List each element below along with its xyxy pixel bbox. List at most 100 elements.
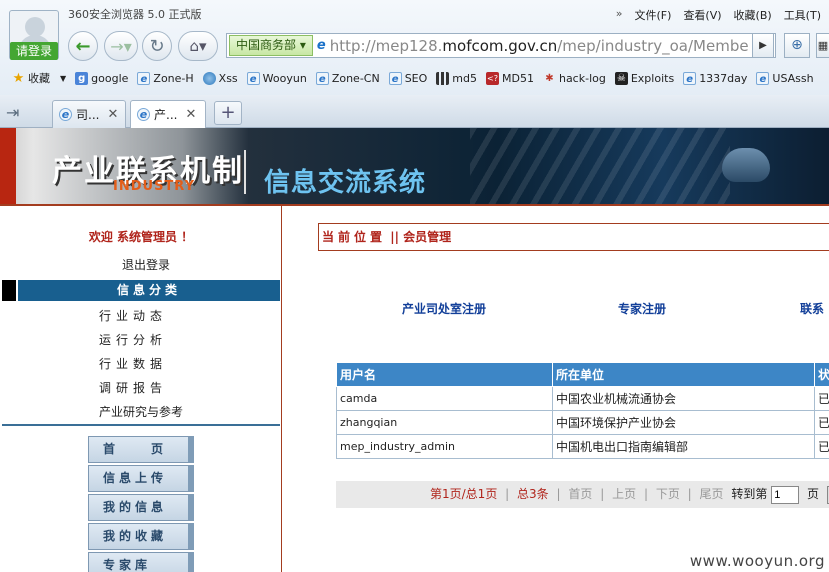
logout-link[interactable]: 退出登录 [0, 256, 292, 273]
bookmark-label: Exploits [630, 71, 675, 85]
cell-status[interactable]: 已 [814, 410, 829, 435]
ie-icon: e [59, 108, 72, 121]
bookmark-md51[interactable]: <? MD51 [486, 71, 534, 85]
breadcrumb-separator: || [390, 230, 399, 244]
bookmark-label: google [91, 71, 129, 85]
bookmark-zone-cn[interactable]: e Zone-CN [315, 71, 380, 85]
bookmark-hack-log[interactable]: ✱ hack-log [543, 72, 606, 85]
menu-favorites[interactable]: 收藏(B) [734, 7, 772, 23]
plus-icon: + [220, 102, 236, 123]
breadcrumb-label: 当前位置 [322, 230, 387, 244]
bookmark-1337day[interactable]: e 1337day [683, 71, 747, 85]
contact-register-link[interactable]: 联系 [800, 300, 824, 317]
bookmark-usassh[interactable]: e USAssh [756, 71, 814, 85]
banner-title-en: INDUSTRY [113, 179, 196, 194]
first-page-link[interactable]: 首页 [568, 487, 592, 501]
ie-icon: e [246, 71, 260, 85]
menu-tools[interactable]: 工具(T) [784, 7, 821, 23]
pager-separator: | [600, 487, 605, 501]
forward-button[interactable]: →▾ [104, 31, 138, 61]
expert-register-link[interactable]: 专家注册 [618, 300, 666, 317]
nav-button-my-favorites[interactable]: 我的收藏 [88, 523, 194, 550]
sidebar-toggle-icon[interactable]: ⇥ [6, 103, 19, 122]
ie-icon: e [683, 71, 697, 85]
grid-icon [436, 71, 450, 85]
ie-icon: e [137, 71, 151, 85]
bookmark-google[interactable]: g google [75, 71, 129, 85]
page-info: 第1页/总1页 [430, 487, 498, 501]
banner-mouse-graphic [722, 148, 770, 182]
tab-label: 司... [76, 108, 100, 122]
prev-page-link[interactable]: 上页 [612, 487, 636, 501]
globe-icon [202, 71, 216, 85]
cell-status[interactable]: 已 [814, 434, 829, 459]
new-tab-button[interactable]: + [214, 101, 242, 125]
home-button[interactable]: ⌂▾ [178, 31, 218, 61]
favorites-menu[interactable]: ★ 收藏 ▼ [12, 70, 66, 86]
menu-chevron-icon[interactable]: » [616, 7, 623, 23]
go-button[interactable]: ▶ [752, 33, 774, 58]
url-text[interactable]: http://mep128.mofcom.gov.cn/mep/industry… [330, 37, 750, 55]
bookmark-wooyun[interactable]: e Wooyun [246, 71, 307, 85]
page-content: 产业联系机制 INDUSTRY 信息交流系统 欢迎 系统管理员 ！ 退出登录 信… [0, 128, 829, 572]
category-operation-analysis[interactable]: 运行分析 [99, 331, 167, 348]
nav-button-upload[interactable]: 信息上传 [88, 465, 194, 492]
table-row: camda 中国农业机械流通协会 已 [336, 386, 829, 411]
nav-button-experts[interactable]: 专家库 [88, 552, 194, 572]
menu-view[interactable]: 查看(V) [683, 7, 721, 23]
navigation-bar: ← →▾ ↻ ⌂▾ 中国商务部 ▾ e http://mep128.mofcom… [66, 31, 829, 61]
category-industry-data[interactable]: 行业数据 [99, 355, 167, 372]
nav-button-my-info[interactable]: 我的信息 [88, 494, 194, 521]
bookmark-zone-h[interactable]: e Zone-H [137, 71, 194, 85]
tab-2-active[interactable]: e 产... ✕ [130, 100, 206, 128]
menu-file[interactable]: 文件(F) [635, 7, 672, 23]
dept-register-link[interactable]: 产业司处室注册 [402, 300, 486, 317]
goto-page-input[interactable] [771, 485, 800, 504]
bookmark-md5[interactable]: md5 [436, 71, 477, 85]
nav-button-home[interactable]: 首 页 [88, 436, 194, 463]
grid-small-icon: ▦ [817, 39, 829, 52]
site-tag-badge[interactable]: 中国商务部 ▾ [229, 35, 313, 56]
category-research-report[interactable]: 调研报告 [99, 379, 167, 396]
ie-icon: e [137, 108, 150, 121]
md5-icon: <? [486, 71, 499, 85]
forward-arrow-icon: →▾ [110, 36, 132, 56]
play-icon: ▶ [759, 40, 767, 51]
reload-button[interactable]: ↻ [142, 31, 172, 61]
bookmark-seo[interactable]: e SEO [388, 71, 427, 85]
bookmark-label: Zone-H [153, 71, 194, 85]
bookmark-label: USAssh [772, 71, 814, 85]
category-industry-news[interactable]: 行业动态 [99, 307, 167, 324]
back-button[interactable]: ← [68, 31, 98, 61]
bookmark-xss[interactable]: Xss [202, 71, 238, 85]
cell-status[interactable]: 已 [814, 386, 829, 411]
bookmark-label: md5 [452, 71, 477, 85]
ie-icon: e [315, 71, 329, 85]
site-tag-label: 中国商务部 [236, 38, 297, 52]
bookmark-label: Xss [218, 71, 238, 85]
table-row: zhangqian 中国环境保护产业协会 已 [336, 410, 829, 435]
banner-divider [244, 150, 246, 194]
cell-unit: 中国农业机械流通协会 [552, 386, 815, 411]
close-icon[interactable]: ✕ [107, 107, 118, 122]
welcome-text: 欢迎 系统管理员 ！ [88, 230, 194, 244]
toolbar-extra-button[interactable]: ▦ [816, 33, 829, 58]
total-count: 总3条 [517, 487, 549, 501]
security-shield-button[interactable]: ⊕ [784, 33, 810, 58]
login-button[interactable]: 请登录 [10, 42, 58, 60]
close-icon[interactable]: ✕ [185, 107, 196, 122]
next-page-link[interactable]: 下页 [656, 487, 680, 501]
bookmark-exploits[interactable]: ☠ Exploits [614, 71, 675, 85]
category-industry-research[interactable]: 产业研究与参考 [99, 403, 183, 420]
category-title: 信息分类 [18, 280, 280, 301]
browser-chrome: 请登录 360安全浏览器 5.0 正式版 » 文件(F) 查看(V) 收藏(B)… [0, 0, 829, 128]
chevron-down-icon: ▼ [60, 73, 67, 83]
bookmark-label: Wooyun [262, 71, 307, 85]
pager-separator: | [505, 487, 510, 501]
menu-bar: » 文件(F) 查看(V) 收藏(B) 工具(T) [616, 7, 821, 23]
cell-username: mep_industry_admin [336, 434, 553, 459]
tab-1[interactable]: e 司... ✕ [52, 100, 126, 128]
address-bar[interactable]: 中国商务部 ▾ e http://mep128.mofcom.gov.cn/me… [226, 33, 776, 58]
last-page-link[interactable]: 尾页 [700, 487, 724, 501]
google-icon: g [75, 71, 89, 85]
